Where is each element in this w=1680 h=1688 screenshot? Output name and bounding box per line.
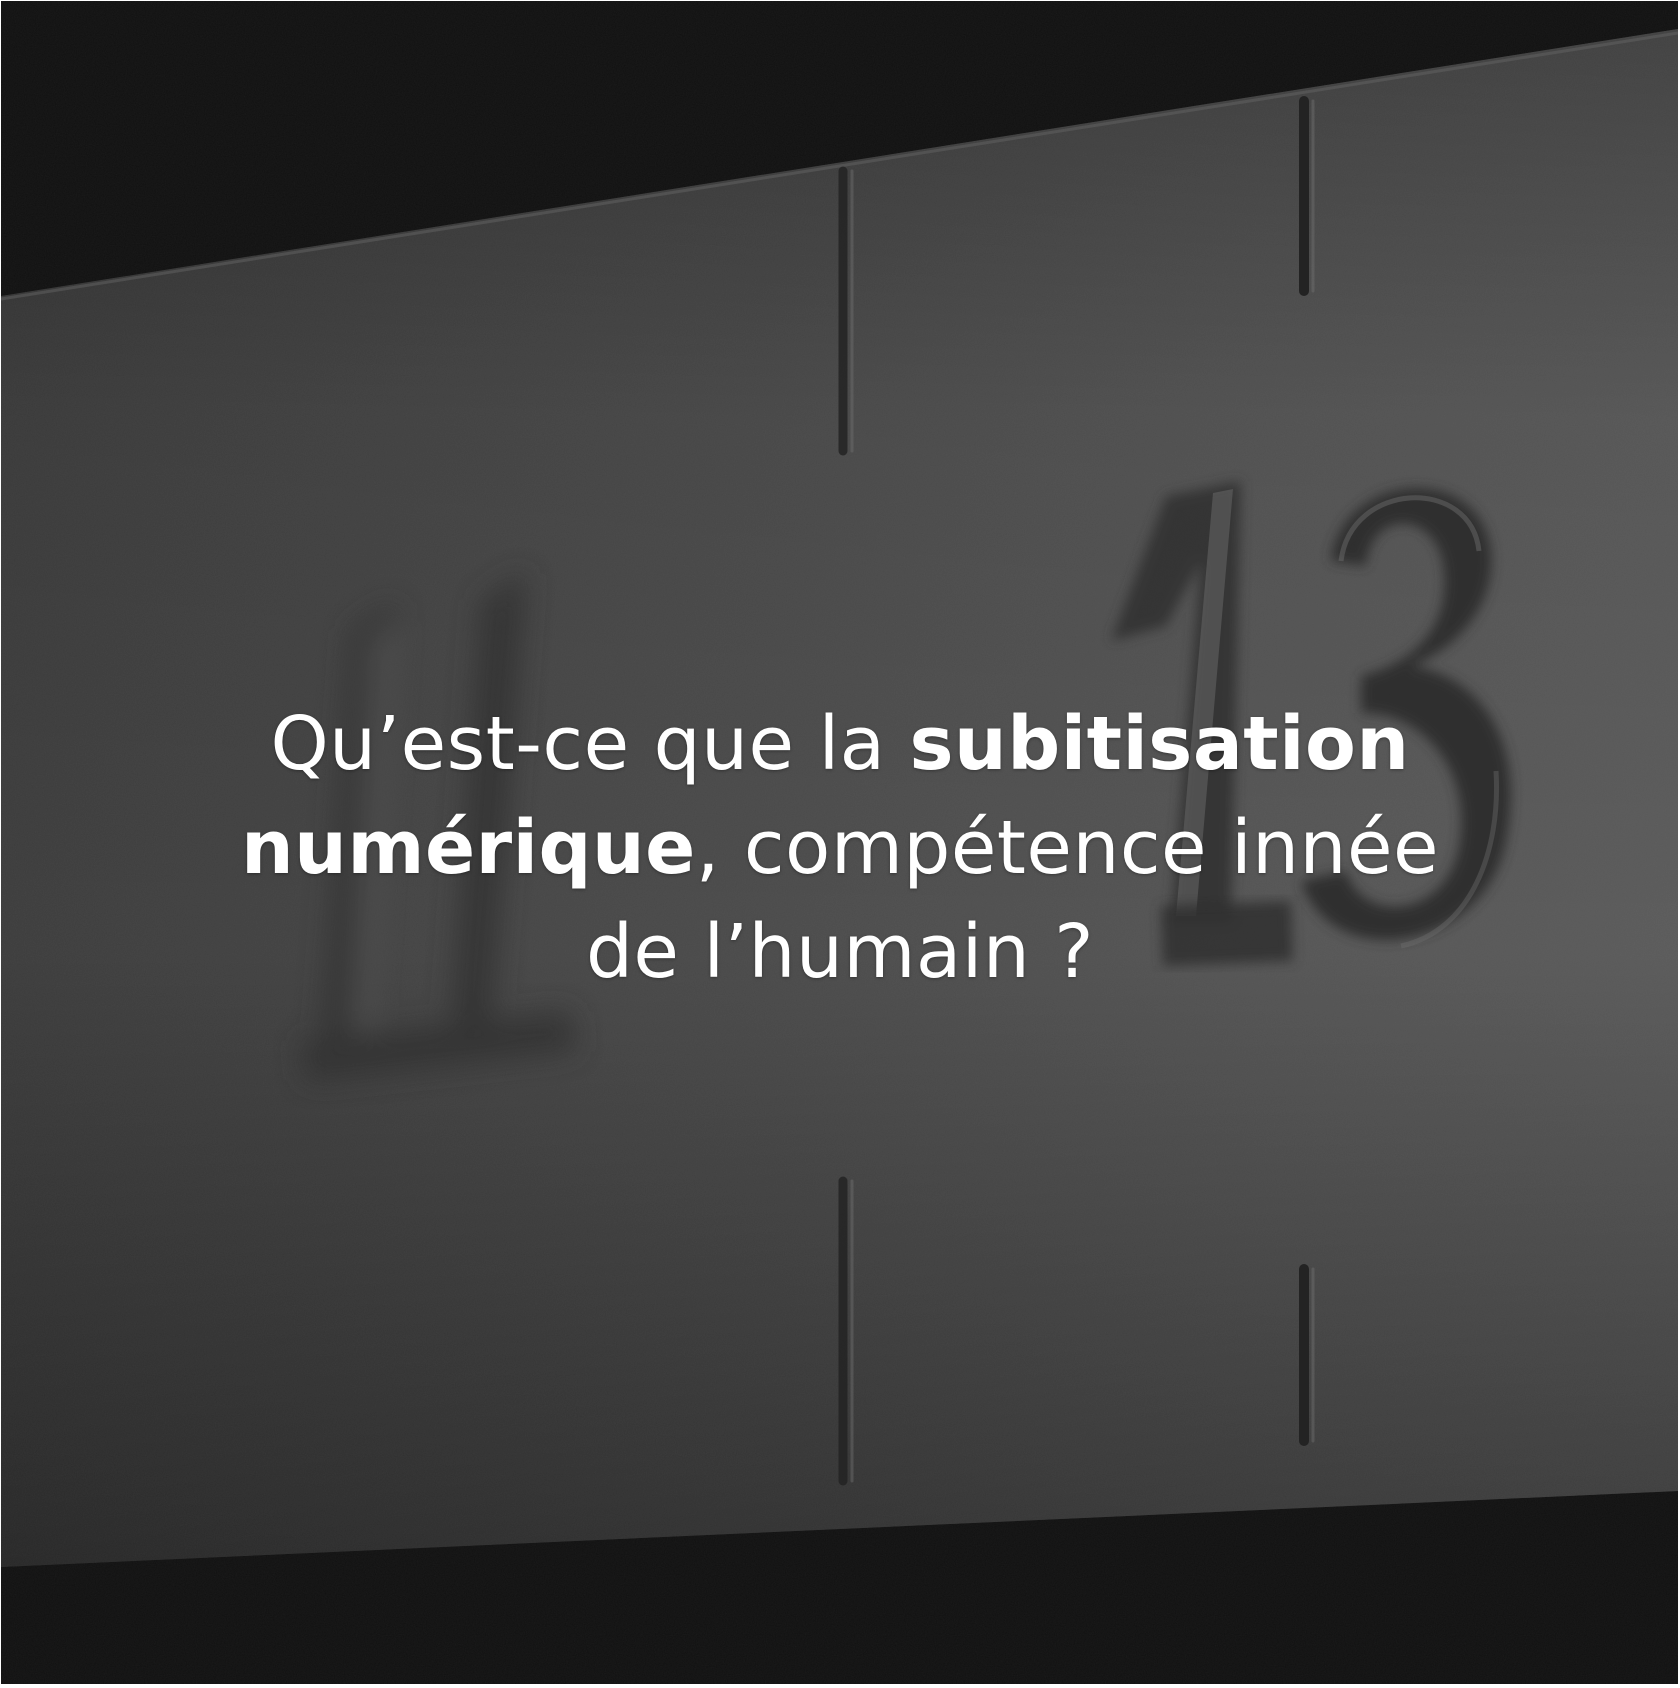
- caption-line-1-regular: Qu’est-ce que la: [270, 701, 910, 787]
- caption-line-2-bold: numérique: [240, 805, 696, 891]
- caption-line-2: numérique, compétence innée: [0, 796, 1680, 900]
- caption-line-3-regular: de l’humain ?: [585, 909, 1095, 995]
- caption-line-1-bold: subitisation: [909, 701, 1410, 787]
- image-frame: Qu’est-ce que la subitisation numérique,…: [0, 0, 1680, 1688]
- caption-line-2-regular: , compétence innée: [695, 805, 1440, 891]
- caption-line-3: de l’humain ?: [0, 900, 1680, 1004]
- question-caption: Qu’est-ce que la subitisation numérique,…: [0, 692, 1680, 1004]
- caption-line-1: Qu’est-ce que la subitisation: [0, 692, 1680, 796]
